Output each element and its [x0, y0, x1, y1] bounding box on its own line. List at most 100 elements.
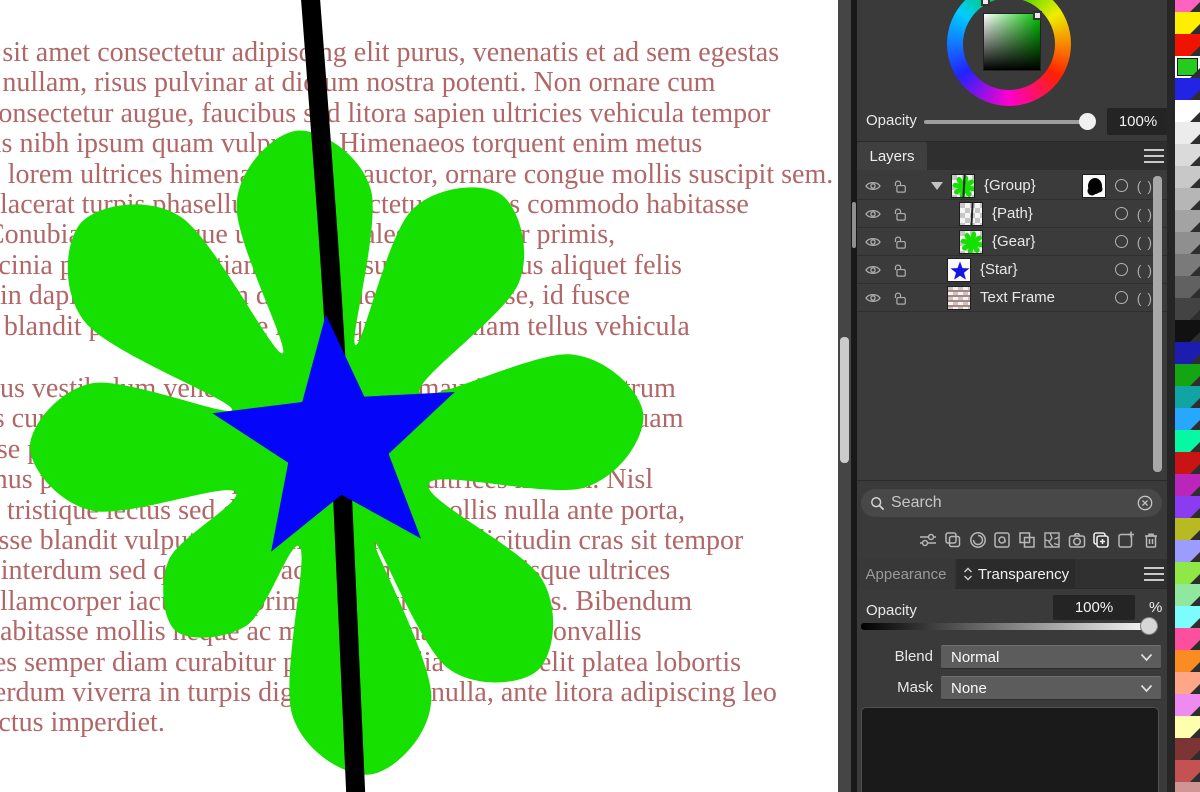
layer-parens: ( )	[1137, 262, 1153, 278]
swatch[interactable]	[1175, 56, 1200, 78]
layer-row-star[interactable]: {Star} ( )	[857, 256, 1167, 284]
layers-scrollbar-thumb[interactable]	[1153, 176, 1162, 472]
transparency-opacity-value[interactable]: 100%	[1053, 595, 1135, 620]
swatch[interactable]	[1175, 144, 1200, 166]
swatch[interactable]	[1175, 254, 1200, 276]
layer-color-target-icon[interactable]	[1115, 179, 1128, 192]
hue-marker[interactable]	[981, 0, 990, 6]
canvas-scrollbar-thumb[interactable]	[840, 337, 849, 463]
swatch[interactable]	[1175, 584, 1200, 606]
group-icon[interactable]	[1016, 529, 1038, 551]
layer-search-field[interactable]	[861, 489, 1162, 517]
clear-search-icon[interactable]	[1137, 495, 1153, 511]
layer-row-text-frame[interactable]: Text Frame ( )	[857, 284, 1167, 312]
adjust-icon[interactable]	[917, 529, 939, 551]
swatch[interactable]	[1175, 716, 1200, 738]
layer-row-gear[interactable]: {Gear} ( )	[857, 228, 1167, 256]
tab-layers[interactable]: Layers	[857, 142, 927, 170]
swatch[interactable]	[1175, 34, 1200, 56]
eye-icon[interactable]	[865, 208, 881, 220]
swatch[interactable]	[1175, 628, 1200, 650]
disclosure-triangle-icon[interactable]	[931, 182, 943, 190]
swatch[interactable]	[1175, 122, 1200, 144]
swatch[interactable]	[1175, 78, 1200, 100]
swatch[interactable]	[1175, 606, 1200, 628]
panel-resize-grip[interactable]	[852, 202, 856, 248]
transparency-opacity-handle[interactable]	[1140, 617, 1158, 635]
unlock-icon[interactable]	[893, 263, 907, 277]
swatch[interactable]	[1175, 672, 1200, 694]
blend-icon[interactable]	[967, 529, 989, 551]
document-canvas[interactable]: r sit amet consectetur adipiscing elit p…	[0, 0, 838, 792]
swatch[interactable]	[1175, 210, 1200, 232]
layer-color-target-icon[interactable]	[1115, 291, 1128, 304]
layer-color-target-icon[interactable]	[1115, 263, 1128, 276]
layer-parens: ( )	[1137, 178, 1153, 194]
color-opacity-value[interactable]: 100%	[1107, 108, 1167, 135]
swatch[interactable]	[1175, 452, 1200, 474]
blend-dropdown[interactable]: Normal	[941, 645, 1161, 669]
swatch[interactable]	[1175, 540, 1200, 562]
eye-icon[interactable]	[865, 292, 881, 304]
add-layer-icon[interactable]	[1115, 529, 1137, 551]
swatch[interactable]	[1175, 386, 1200, 408]
swatch[interactable]	[1175, 518, 1200, 540]
duplicate-icon[interactable]	[942, 529, 964, 551]
saturation-value-box[interactable]	[984, 14, 1040, 70]
eye-icon[interactable]	[865, 236, 881, 248]
swatch[interactable]	[1175, 694, 1200, 716]
swatch[interactable]	[1175, 782, 1200, 792]
swatch[interactable]	[1175, 496, 1200, 518]
swatch[interactable]	[1175, 650, 1200, 672]
transparency-preview-area	[861, 707, 1159, 792]
tab-transparency[interactable]: Transparency	[957, 559, 1075, 589]
swatch[interactable]	[1175, 12, 1200, 34]
swatch[interactable]	[1175, 276, 1200, 298]
layer-row-path[interactable]: {Path} ( )	[857, 200, 1167, 228]
new-layer-icon[interactable]	[1090, 529, 1112, 551]
unlock-icon[interactable]	[893, 235, 907, 249]
color-opacity-slider[interactable]	[924, 120, 1086, 124]
swatch[interactable]	[1175, 430, 1200, 452]
unlock-icon[interactable]	[893, 179, 907, 193]
eye-icon[interactable]	[865, 180, 881, 192]
swatch[interactable]	[1175, 474, 1200, 496]
swatch[interactable]	[1175, 738, 1200, 760]
color-opacity-handle[interactable]	[1079, 113, 1096, 130]
swatch[interactable]	[1175, 342, 1200, 364]
unlock-icon[interactable]	[893, 207, 907, 221]
percent-sign: %	[1149, 599, 1162, 616]
mask-icon[interactable]	[1041, 529, 1063, 551]
layer-color-target-icon[interactable]	[1115, 235, 1128, 248]
symbol-icon[interactable]	[991, 529, 1013, 551]
layer-row-group[interactable]: {Group} ( )	[857, 172, 1167, 200]
properties-menu-icon[interactable]	[1144, 567, 1164, 581]
canvas-scrollbar-track[interactable]	[838, 0, 851, 792]
swatch[interactable]	[1175, 100, 1200, 122]
search-input[interactable]	[891, 494, 1137, 512]
layers-menu-icon[interactable]	[1144, 149, 1164, 163]
layer-thumbnail-path	[959, 202, 983, 226]
swatch[interactable]	[1175, 166, 1200, 188]
color-picker-section: Opacity 100%	[857, 0, 1167, 142]
swatch[interactable]	[1175, 320, 1200, 342]
swatch[interactable]	[1175, 562, 1200, 584]
tab-appearance[interactable]: Appearance	[857, 559, 955, 589]
swatch[interactable]	[1175, 188, 1200, 210]
transparency-opacity-slider[interactable]	[861, 623, 1158, 630]
layer-mask-thumbnail[interactable]	[1082, 174, 1106, 198]
layer-color-target-icon[interactable]	[1115, 207, 1128, 220]
unlock-icon[interactable]	[893, 291, 907, 305]
swatch[interactable]	[1175, 364, 1200, 386]
camera-icon[interactable]	[1066, 529, 1088, 551]
swatch[interactable]	[1175, 0, 1200, 12]
swatch[interactable]	[1175, 408, 1200, 430]
swatch[interactable]	[1175, 298, 1200, 320]
mask-dropdown[interactable]: None	[941, 676, 1161, 700]
swatch[interactable]	[1175, 760, 1200, 782]
delete-icon[interactable]	[1140, 529, 1162, 551]
layer-label: {Star}	[980, 261, 1018, 278]
saturation-marker[interactable]	[1033, 11, 1042, 20]
eye-icon[interactable]	[865, 264, 881, 276]
swatch[interactable]	[1175, 232, 1200, 254]
